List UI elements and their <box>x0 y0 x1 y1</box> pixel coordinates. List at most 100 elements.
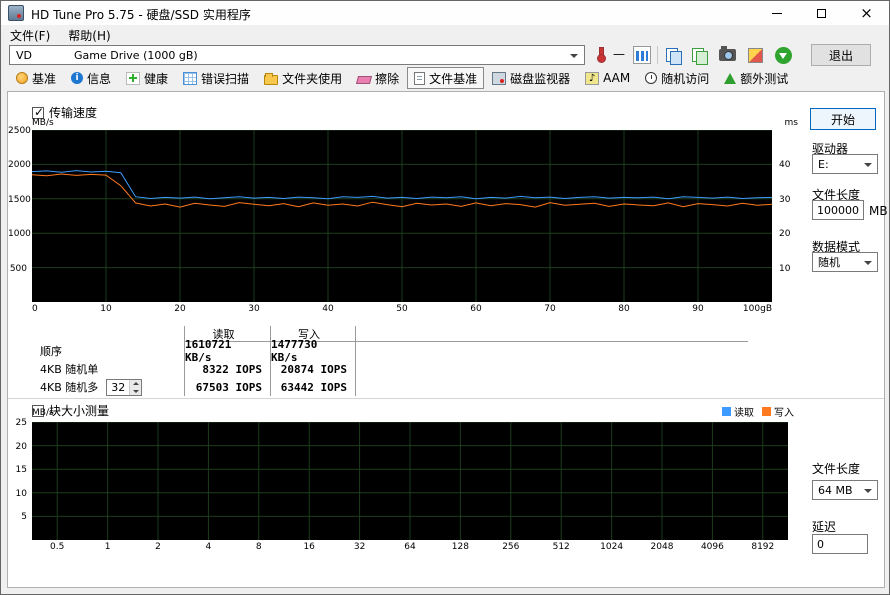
tab-label: 错误扫描 <box>201 70 249 87</box>
erase-icon <box>356 76 372 84</box>
header-fill <box>356 326 748 342</box>
table-row: 顺序 1610721 KB/s 1477730 KB/s <box>32 342 748 360</box>
y-axis-unit-right: ms <box>785 118 798 128</box>
row-read-value: 67503 IOPS <box>184 378 270 396</box>
temperature-graph-icon[interactable] <box>633 46 651 64</box>
window-title: HD Tune Pro 5.75 - 硬盘/SSD 实用程序 <box>31 6 251 23</box>
start-button[interactable]: 开始 <box>810 108 876 130</box>
tab-extra-tests[interactable]: 额外测试 <box>717 67 795 89</box>
row-read-value: 8322 IOPS <box>184 360 270 378</box>
minimize-button[interactable] <box>754 1 799 25</box>
x-axis-labels: 0102030405060708090100gB <box>32 304 772 316</box>
extra-tests-icon <box>724 73 736 84</box>
spinner-down-icon[interactable] <box>130 387 141 395</box>
data-mode-select[interactable]: 随机 <box>812 252 878 272</box>
tab-label: 文件基准 <box>429 70 477 87</box>
table-row: 4KB 随机多 67503 IOPS 63442 IOPS <box>32 378 748 396</box>
y-axis-unit-left: MB/s <box>32 118 54 128</box>
row-label: 4KB 随机多 <box>40 379 98 395</box>
tab-health[interactable]: 健康 <box>119 67 175 89</box>
queue-depth-input[interactable] <box>107 380 129 395</box>
minimize-icon <box>772 13 782 14</box>
screenshot-button[interactable] <box>715 44 739 66</box>
temperature-value: — <box>613 47 625 61</box>
chevron-down-icon <box>864 489 872 493</box>
spinner-up-icon[interactable] <box>130 380 141 388</box>
tab-info[interactable]: 信息 <box>64 67 118 89</box>
color-options-button[interactable] <box>743 44 767 66</box>
queue-depth-spinner[interactable] <box>106 379 142 396</box>
transfer-speed-label: 传输速度 <box>49 104 97 121</box>
drive-prefix: VD <box>16 49 32 62</box>
section-divider <box>8 398 884 399</box>
file-benchmark-icon <box>414 72 425 85</box>
row-write-value: 63442 IOPS <box>270 378 356 396</box>
drive-select[interactable]: VD Game Drive (1000 gB) <box>9 45 585 65</box>
file-length-unit: MB <box>869 204 888 218</box>
transfer-speed-chart: MB/s ms 2500200015001000500 40302010 010… <box>8 120 808 316</box>
disk-monitor-icon <box>492 72 506 85</box>
target-drive-select[interactable]: E: <box>812 154 878 174</box>
folder-usage-icon <box>264 75 278 85</box>
tab-label: 擦除 <box>375 70 399 87</box>
info-icon <box>71 72 83 84</box>
copy-icon <box>665 47 681 63</box>
tab-error-scan[interactable]: 错误扫描 <box>176 67 256 89</box>
tab-folder-usage[interactable]: 文件夹使用 <box>257 67 349 89</box>
menu-bar: 文件(F) 帮助(H) <box>1 25 889 43</box>
table-header-row: 读取 写入 <box>32 326 748 342</box>
save-button[interactable] <box>771 44 795 66</box>
tab-label: 信息 <box>87 70 111 87</box>
y-axis-unit-left: MB/s <box>32 408 54 418</box>
transfer-speed-plot <box>32 130 772 302</box>
target-drive-value: E: <box>818 158 829 171</box>
file-length-input[interactable] <box>812 200 864 220</box>
row-write-value: 20874 IOPS <box>270 360 356 378</box>
row-label: 顺序 <box>32 342 184 360</box>
tab-file-benchmark[interactable]: 文件基准 <box>407 67 484 89</box>
app-window: HD Tune Pro 5.75 - 硬盘/SSD 实用程序 文件(F) 帮助(… <box>0 0 890 595</box>
download-icon <box>775 47 792 64</box>
app-icon <box>8 5 24 21</box>
tab-random-access[interactable]: 随机访问 <box>638 67 716 89</box>
table-row: 4KB 随机单 8322 IOPS 20874 IOPS <box>32 360 748 378</box>
block-file-length-value: 64 MB <box>818 484 853 497</box>
maximize-button[interactable] <box>799 1 844 25</box>
aam-icon <box>585 72 599 85</box>
x-axis-labels: 0.512481632641282565121024204840968192 <box>32 542 788 554</box>
thermometer-icon <box>597 47 605 63</box>
title-bar: HD Tune Pro 5.75 - 硬盘/SSD 实用程序 <box>1 1 889 25</box>
copy-button[interactable] <box>661 44 685 66</box>
error-scan-icon <box>183 72 197 85</box>
menu-file[interactable]: 文件(F) <box>1 25 59 43</box>
tab-disk-monitor[interactable]: 磁盘监视器 <box>485 67 577 89</box>
copy-text-icon <box>691 47 707 63</box>
maximize-icon <box>817 9 826 18</box>
tab-label: 健康 <box>144 70 168 87</box>
row-read-value: 1610721 KB/s <box>184 342 270 360</box>
row-label: 4KB 随机单 <box>32 360 184 378</box>
copy-text-button[interactable] <box>687 44 711 66</box>
chevron-down-icon <box>864 261 872 265</box>
tab-erase[interactable]: 擦除 <box>350 67 406 89</box>
tab-bar: 基准 信息 健康 错误扫描 文件夹使用 擦除 文件基准磁盘监视器 AAM 随机访问 额外测试 <box>9 67 795 89</box>
tab-label: AAM <box>603 71 630 85</box>
delay-input[interactable] <box>812 534 868 554</box>
y-axis-labels-right: 40302010 <box>776 130 802 302</box>
random-access-icon <box>645 72 657 84</box>
chevron-down-icon <box>570 54 578 58</box>
toolbar: VD Game Drive (1000 gB) — 退出 <box>1 43 889 67</box>
tab-label: 文件夹使用 <box>282 70 342 87</box>
close-icon <box>860 6 873 21</box>
benchmark-icon <box>16 72 28 84</box>
tab-aam[interactable]: AAM <box>578 67 637 89</box>
tab-label: 额外测试 <box>740 70 788 87</box>
toolbar-separator <box>657 46 658 64</box>
close-button[interactable] <box>844 1 889 25</box>
block-size-chart: MB/s 252015105 0.51248163264128256512102… <box>8 410 828 554</box>
tab-benchmark[interactable]: 基准 <box>9 67 63 89</box>
menu-help[interactable]: 帮助(H) <box>59 25 119 43</box>
header-spacer <box>32 326 184 342</box>
block-file-length-select[interactable]: 64 MB <box>812 480 878 500</box>
exit-button[interactable]: 退出 <box>811 44 871 66</box>
